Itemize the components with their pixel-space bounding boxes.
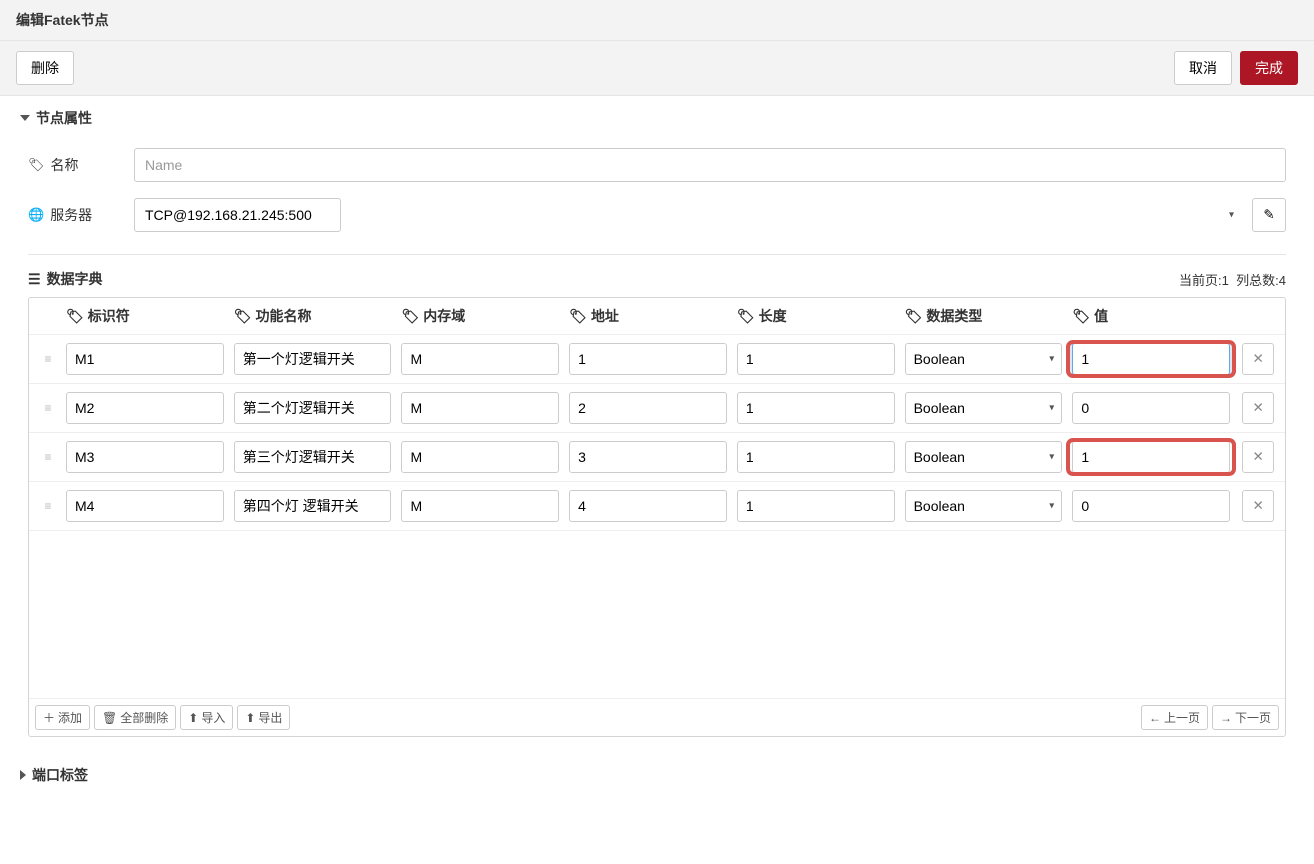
close-icon: ✕ <box>1252 400 1263 416</box>
delete-row-button[interactable]: ✕ <box>1242 392 1274 424</box>
address-input[interactable] <box>569 490 727 522</box>
memory-input[interactable] <box>401 392 559 424</box>
delete-row-button[interactable]: ✕ <box>1242 490 1274 522</box>
divider <box>28 254 1286 255</box>
function-name-input[interactable] <box>234 441 392 473</box>
identifier-input[interactable] <box>66 343 224 375</box>
table-row: ≡ Boolean ✕ <box>29 433 1285 482</box>
chevron-down-icon <box>20 115 30 121</box>
address-input[interactable] <box>569 392 727 424</box>
import-button[interactable]: ⬆导入 <box>180 705 233 730</box>
delete-row-button[interactable]: ✕ <box>1242 441 1274 473</box>
value-input[interactable] <box>1072 490 1230 522</box>
arrow-right-icon: → <box>1220 711 1232 725</box>
trash-icon: 🗑 <box>102 711 117 725</box>
delete-all-button[interactable]: 🗑全部删除 <box>94 705 176 730</box>
grid-header: 🏷标识符 🏷功能名称 🏷内存域 🏷地址 🏷长度 🏷数据类型 🏷值 <box>29 298 1285 335</box>
length-input[interactable] <box>737 441 895 473</box>
table-row: ≡ Boolean ✕ <box>29 482 1285 531</box>
address-input[interactable] <box>569 441 727 473</box>
table-row: ≡ Boolean ✕ <box>29 335 1285 384</box>
chevron-right-icon <box>20 770 26 780</box>
tag-icon: 🏷 <box>66 308 84 325</box>
length-input[interactable] <box>737 392 895 424</box>
drag-handle[interactable]: ≡ <box>35 401 59 415</box>
plus-icon: ＋ <box>43 709 55 726</box>
add-row-button[interactable]: ＋添加 <box>35 705 90 730</box>
drag-handle[interactable]: ≡ <box>35 450 59 464</box>
datatype-select[interactable]: Boolean <box>905 343 1063 375</box>
globe-icon: 🌐 <box>28 207 44 223</box>
port-labels-label: 端口标签 <box>32 765 88 785</box>
list-icon: ☰ <box>28 271 41 288</box>
length-input[interactable] <box>737 343 895 375</box>
value-input[interactable] <box>1072 441 1230 473</box>
upload-icon: ⬆ <box>188 711 198 725</box>
action-bar: 删除 取消 完成 <box>0 41 1314 96</box>
close-icon: ✕ <box>1252 498 1263 514</box>
tag-icon: 🏷 <box>1072 308 1090 325</box>
tag-icon: 🏷 <box>234 308 252 325</box>
tag-icon: 🏷 <box>737 308 755 325</box>
node-properties-toggle[interactable]: 节点属性 <box>0 96 1314 140</box>
node-properties-label: 节点属性 <box>36 108 92 128</box>
form-row-server: 🌐 服务器 TCP@192.168.21.245:500 ✎ <box>0 190 1314 240</box>
identifier-input[interactable] <box>66 490 224 522</box>
server-label: 服务器 <box>50 205 92 225</box>
prev-page-button[interactable]: ←上一页 <box>1141 705 1208 730</box>
function-name-input[interactable] <box>234 490 392 522</box>
name-input[interactable] <box>134 148 1286 182</box>
memory-input[interactable] <box>401 441 559 473</box>
data-dictionary-label: 数据字典 <box>47 269 103 289</box>
export-button[interactable]: ⬆导出 <box>237 705 290 730</box>
server-select[interactable]: TCP@192.168.21.245:500 <box>134 198 341 232</box>
tag-icon: 🏷 <box>401 308 419 325</box>
drag-handle[interactable]: ≡ <box>35 352 59 366</box>
edit-server-button[interactable]: ✎ <box>1252 198 1286 232</box>
value-input[interactable] <box>1072 343 1230 375</box>
download-icon: ⬆ <box>245 711 255 725</box>
form-row-name: 🏷 名称 <box>0 140 1314 190</box>
data-grid: 🏷标识符 🏷功能名称 🏷内存域 🏷地址 🏷长度 🏷数据类型 🏷值 ≡ Boolea… <box>28 297 1286 737</box>
address-input[interactable] <box>569 343 727 375</box>
value-input[interactable] <box>1072 392 1230 424</box>
tag-icon: 🏷 <box>905 308 923 325</box>
close-icon: ✕ <box>1252 449 1263 465</box>
datatype-select[interactable]: Boolean <box>905 490 1063 522</box>
function-name-input[interactable] <box>234 343 392 375</box>
memory-input[interactable] <box>401 343 559 375</box>
pencil-icon: ✎ <box>1263 207 1274 223</box>
port-labels-toggle[interactable]: 端口标签 <box>0 753 1314 797</box>
tag-icon: 🏷 <box>569 308 587 325</box>
memory-input[interactable] <box>401 490 559 522</box>
drag-handle[interactable]: ≡ <box>35 499 59 513</box>
grid-footer: ＋添加 🗑全部删除 ⬆导入 ⬆导出 ←上一页 →下一页 <box>29 698 1285 736</box>
table-row: ≡ Boolean ✕ <box>29 384 1285 433</box>
page-info: 当前页:1 列总数:4 <box>1179 270 1286 289</box>
arrow-left-icon: ← <box>1149 711 1161 725</box>
delete-button[interactable]: 删除 <box>16 51 74 85</box>
datatype-select[interactable]: Boolean <box>905 441 1063 473</box>
identifier-input[interactable] <box>66 441 224 473</box>
function-name-input[interactable] <box>234 392 392 424</box>
datatype-select[interactable]: Boolean <box>905 392 1063 424</box>
length-input[interactable] <box>737 490 895 522</box>
next-page-button[interactable]: →下一页 <box>1212 705 1279 730</box>
close-icon: ✕ <box>1252 351 1263 367</box>
identifier-input[interactable] <box>66 392 224 424</box>
name-label: 名称 <box>51 155 79 175</box>
tag-icon: 🏷 <box>28 157 45 173</box>
delete-row-button[interactable]: ✕ <box>1242 343 1274 375</box>
page-title: 编辑Fatek节点 <box>0 0 1314 41</box>
cancel-button[interactable]: 取消 <box>1174 51 1232 85</box>
done-button[interactable]: 完成 <box>1240 51 1298 85</box>
